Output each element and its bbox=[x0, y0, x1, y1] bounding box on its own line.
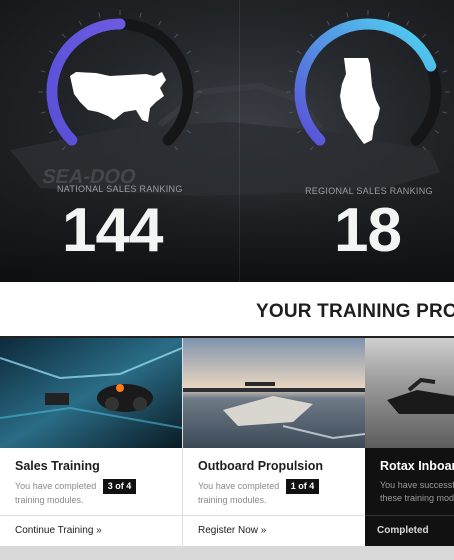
progress-badge: 3 of 4 bbox=[102, 479, 137, 494]
gauge-tick bbox=[40, 111, 46, 114]
gauge-tick bbox=[288, 111, 294, 114]
card-desc-text: You have successfu bbox=[380, 480, 454, 490]
card-description: You have completed 1 of 4 training modul… bbox=[198, 479, 358, 507]
card-desc-text: training modules. bbox=[198, 495, 267, 505]
sales-training-image bbox=[0, 338, 182, 448]
gauge-tick bbox=[194, 111, 200, 114]
card-desc-text: these training mod bbox=[380, 493, 454, 503]
illinois-map-icon bbox=[340, 58, 380, 144]
ranking-hero: SEA-DOO NATIONAL SALES RANKING 144 REGIO… bbox=[0, 0, 454, 282]
gauge-tick bbox=[442, 111, 448, 114]
gauge-tick bbox=[61, 146, 66, 151]
card-footer: Completed bbox=[365, 515, 454, 546]
gauge-tick bbox=[78, 20, 82, 26]
gauge-tick bbox=[422, 146, 427, 151]
usa-map-icon bbox=[70, 72, 166, 122]
gauge-tick bbox=[186, 50, 192, 54]
national-ranking-gauge bbox=[38, 10, 202, 151]
gauge-tick bbox=[309, 33, 314, 38]
register-now-link[interactable]: Register Now » bbox=[198, 525, 266, 536]
rotax-inboard-image bbox=[365, 338, 454, 448]
hero-divider bbox=[239, 0, 240, 282]
progress-badge: 1 of 4 bbox=[285, 479, 320, 494]
completed-status[interactable]: Completed bbox=[377, 525, 429, 536]
gauge-tick bbox=[434, 50, 440, 54]
continue-training-link[interactable]: Continue Training » bbox=[15, 525, 102, 536]
gauge-tick bbox=[309, 146, 314, 151]
card-title: Rotax Inboard bbox=[380, 459, 454, 473]
gauge-tick bbox=[406, 20, 410, 26]
gauge-tick bbox=[387, 12, 390, 18]
training-cards: Sales Training You have completed 3 of 4… bbox=[0, 338, 454, 546]
card-desc-text: You have completed bbox=[198, 481, 280, 491]
regional-ranking-gauge bbox=[286, 10, 450, 151]
national-ranking-label: NATIONAL SALES RANKING bbox=[57, 184, 183, 194]
training-progress-banner: YOUR TRAINING PROGRE bbox=[0, 282, 454, 338]
gauge-tick bbox=[158, 20, 162, 26]
card-description: You have successfu these training mod bbox=[380, 479, 454, 505]
training-card-sales: Sales Training You have completed 3 of 4… bbox=[0, 338, 182, 546]
gauge-tick bbox=[442, 70, 448, 73]
card-footer: Continue Training » bbox=[0, 515, 182, 546]
card-desc-text: training modules. bbox=[15, 495, 84, 505]
training-card-rotax: Rotax Inboard You have successfu these t… bbox=[365, 338, 454, 546]
gauge-tick bbox=[422, 33, 427, 38]
gauge-tick bbox=[434, 130, 440, 134]
gauge-tick bbox=[48, 130, 54, 134]
national-ranking-value: 144 bbox=[62, 196, 163, 265]
gauge-tick bbox=[296, 50, 302, 54]
card-desc-text: You have completed bbox=[15, 481, 97, 491]
gauge-tick bbox=[40, 70, 46, 73]
gauge-tick bbox=[186, 130, 192, 134]
card-title: Sales Training bbox=[15, 459, 100, 473]
training-progress-title: YOUR TRAINING PROGRE bbox=[256, 301, 454, 322]
regional-ranking-label: REGIONAL SALES RANKING bbox=[305, 186, 433, 196]
gauge-tick bbox=[194, 70, 200, 73]
gauge-tick bbox=[98, 12, 101, 18]
gauge-tick bbox=[296, 130, 302, 134]
gauge-tick bbox=[139, 12, 142, 18]
gauge-tick bbox=[326, 20, 330, 26]
gauge-tick bbox=[346, 12, 349, 18]
card-description: You have completed 3 of 4 training modul… bbox=[15, 479, 175, 507]
card-footer: Register Now » bbox=[183, 515, 365, 546]
training-card-outboard: Outboard Propulsion You have completed 1… bbox=[183, 338, 365, 546]
card-title: Outboard Propulsion bbox=[198, 459, 323, 473]
gauge-tick bbox=[174, 33, 179, 38]
regional-ranking-value: 18 bbox=[334, 196, 402, 265]
outboard-propulsion-image bbox=[183, 338, 365, 448]
gauge-tick bbox=[61, 33, 66, 38]
gauge-tick bbox=[48, 50, 54, 54]
gauge-tick bbox=[288, 70, 294, 73]
gauge-tick bbox=[174, 146, 179, 151]
